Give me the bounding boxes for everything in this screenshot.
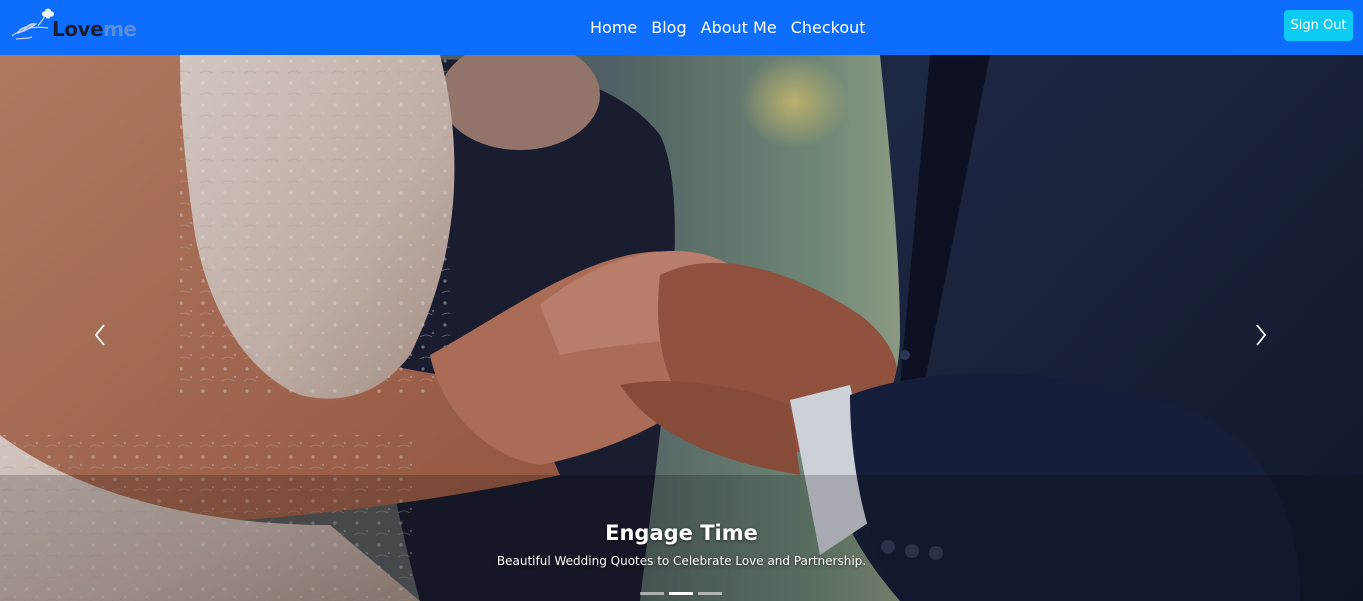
nav-link-blog[interactable]: Blog <box>651 18 686 37</box>
carousel-indicator-2[interactable] <box>669 592 693 595</box>
carousel-caption-subtitle: Beautiful Wedding Quotes to Celebrate Lo… <box>496 554 867 568</box>
hero-carousel: Engage Time Beautiful Wedding Quotes to … <box>0 55 1363 601</box>
nav-link-about-me[interactable]: About Me <box>701 18 777 37</box>
top-navbar: Loveme Home Blog About Me Checkout Sign … <box>0 0 1363 55</box>
carousel-indicator-3[interactable] <box>698 592 722 595</box>
carousel-next-button[interactable] <box>1246 317 1276 353</box>
carousel-indicator-1[interactable] <box>640 592 664 595</box>
sign-out-button[interactable]: Sign Out <box>1284 10 1353 41</box>
brand-logo[interactable]: Loveme <box>8 4 137 48</box>
brand-name-love: Love <box>52 17 104 41</box>
chevron-left-icon <box>94 324 105 346</box>
carousel-prev-button[interactable] <box>85 317 115 353</box>
carousel-caption-title: Engage Time <box>605 521 758 545</box>
nav-links: Home Blog About Me Checkout <box>590 0 866 55</box>
wedding-hands-photo <box>0 55 1363 601</box>
nav-link-checkout[interactable]: Checkout <box>791 18 866 37</box>
brand-name: Loveme <box>52 17 137 41</box>
chevron-right-icon <box>1256 324 1267 346</box>
carousel-indicators <box>640 592 722 595</box>
brand-name-me: me <box>103 17 137 41</box>
nav-link-home[interactable]: Home <box>590 18 637 37</box>
